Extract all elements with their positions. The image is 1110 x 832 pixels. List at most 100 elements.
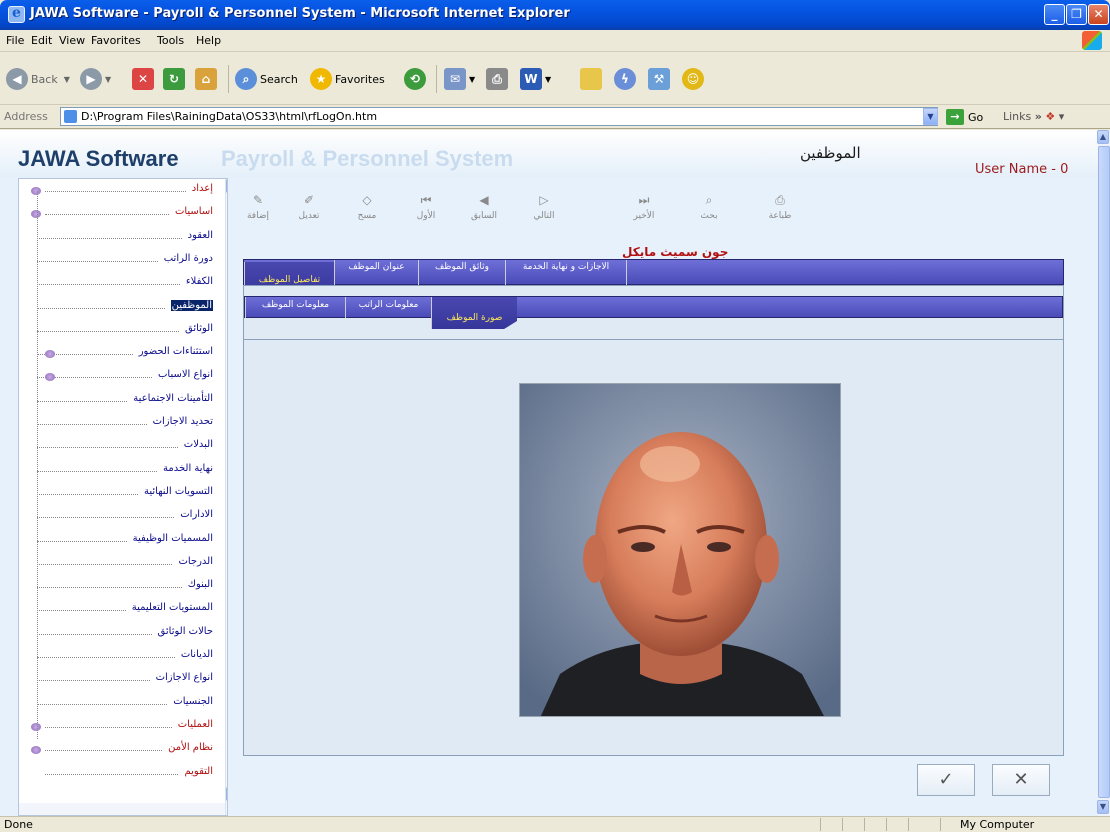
tree-item[interactable]: الوثائق: [185, 323, 213, 334]
printer-icon: ⎙: [775, 193, 785, 207]
page-icon: [64, 110, 77, 123]
go-button[interactable]: → Go: [946, 109, 983, 125]
tree-item[interactable]: البدلات: [184, 439, 213, 450]
word-icon[interactable]: W ▼: [520, 66, 551, 92]
tree-item[interactable]: انواع الاجازات: [156, 672, 213, 683]
print-button[interactable]: ⎙ طباعة: [760, 193, 800, 221]
first-button[interactable]: ⏮ الأول: [406, 193, 446, 221]
tree-item[interactable]: اساسيات: [175, 206, 213, 217]
forward-button[interactable]: ▶ ▼: [80, 66, 111, 92]
tree-item[interactable]: نظام الأمن: [168, 742, 213, 753]
page-title: الموظفين: [800, 144, 861, 162]
tree-item[interactable]: الديانات: [181, 649, 213, 660]
scroll-up-icon[interactable]: ▲: [226, 179, 227, 193]
refresh-icon[interactable]: ↻: [163, 66, 188, 92]
close-button[interactable]: ✕: [1088, 4, 1109, 25]
app-header: JAWA Software Payroll & Personnel System…: [0, 130, 1098, 178]
maximize-button[interactable]: ❐: [1066, 4, 1087, 25]
tree-item[interactable]: الادارات: [180, 509, 213, 520]
menu-tools[interactable]: Tools: [157, 34, 184, 47]
page-scroll-thumb[interactable]: [1098, 146, 1110, 798]
tree-item[interactable]: الدرجات: [178, 556, 213, 567]
expand-icon[interactable]: [45, 349, 57, 359]
last-icon: ⏭: [638, 193, 650, 207]
tree-item[interactable]: التأمينات الاجتماعية: [133, 393, 213, 404]
tree-scrollbar[interactable]: ▲ ▼: [225, 179, 228, 815]
page-scroll-up-icon[interactable]: ▲: [1097, 130, 1109, 144]
tree-item[interactable]: حالات الوثائق: [158, 626, 213, 637]
favorites-button[interactable]: ★ Favorites: [310, 66, 385, 92]
tree-hscrollbar[interactable]: [19, 803, 225, 815]
scroll-down-icon[interactable]: ▼: [226, 787, 227, 801]
edit-button[interactable]: ✐ تعديل: [289, 193, 329, 221]
minimize-button[interactable]: _: [1044, 4, 1065, 25]
print-icon[interactable]: ⎙: [486, 66, 511, 92]
tree-item[interactable]: المسميات الوظيفية: [133, 533, 213, 544]
tree-item[interactable]: الكفلاء: [186, 276, 213, 287]
delete-button[interactable]: ◇ مسح: [347, 193, 387, 221]
page-scrollbar[interactable]: ▲ ▼: [1097, 130, 1110, 816]
tab-leaves-end-service[interactable]: الاجازات و نهاية الخدمة: [505, 260, 627, 285]
tab-employee-photo[interactable]: صورة الموظف: [431, 297, 517, 329]
tree-item[interactable]: استثناءات الحضور: [139, 346, 213, 357]
expand-icon[interactable]: [31, 745, 43, 755]
menu-file[interactable]: File: [6, 34, 24, 47]
tree-item[interactable]: المستويات التعليمية: [132, 602, 213, 613]
tree-item[interactable]: التسويات النهائية: [144, 486, 213, 497]
home-icon[interactable]: ⌂: [195, 66, 220, 92]
user-name-label: User Name - 0: [975, 162, 1069, 177]
edit-icon: ✐: [303, 193, 315, 207]
previous-icon: ◀: [479, 193, 489, 207]
tab-employee-address[interactable]: عنوان الموظف: [334, 260, 418, 285]
tree-item[interactable]: البنوك: [188, 579, 213, 590]
tree-item[interactable]: دورة الراتب: [164, 253, 213, 264]
messenger-icon[interactable]: ☺: [682, 66, 707, 92]
previous-button[interactable]: ◀ السابق: [464, 193, 504, 221]
add-button[interactable]: ✎ إضافة: [238, 193, 278, 221]
tree-item[interactable]: تحديد الاجازات: [153, 416, 213, 427]
brand-name: JAWA Software: [18, 146, 179, 171]
last-button[interactable]: ⏭ الأخير: [624, 193, 664, 221]
next-button[interactable]: ▷ التالي: [524, 193, 564, 221]
tree-item[interactable]: الجنسيات: [173, 696, 213, 707]
page-scroll-down-icon[interactable]: ▼: [1097, 800, 1109, 814]
tree-item[interactable]: إعداد: [192, 183, 213, 194]
tab-salary-info[interactable]: معلومات الراتب: [345, 297, 431, 318]
menu-bar: File Edit View Favorites Tools Help: [0, 30, 1110, 52]
address-dropdown[interactable]: ▼: [923, 108, 938, 125]
tree-item[interactable]: انواع الاسباب: [158, 369, 213, 380]
ok-button[interactable]: ✓: [917, 764, 975, 796]
employee-photo: [519, 383, 841, 717]
back-button[interactable]: ◀ Back ▼: [6, 66, 70, 92]
sub-tab-bar: معلومات الموظف معلومات الراتب صورة الموظ…: [244, 296, 1063, 329]
mail-icon[interactable]: ✉ ▼: [444, 66, 475, 92]
history-icon[interactable]: ⟲: [404, 66, 429, 92]
scroll-thumb[interactable]: [227, 195, 228, 743]
links-button[interactable]: Links » ❖ ▾: [1003, 110, 1064, 123]
binoculars-icon: ⌕: [705, 193, 713, 207]
go-arrow-icon: →: [946, 109, 964, 125]
cancel-button[interactable]: ✕: [992, 764, 1050, 796]
menu-view[interactable]: View: [59, 34, 85, 47]
window-title: JAWA Software - Payroll & Personnel Syst…: [30, 6, 570, 21]
lightning-icon[interactable]: ϟ: [614, 66, 639, 92]
search-button[interactable]: ⌕ Search: [235, 66, 298, 92]
menu-help[interactable]: Help: [196, 34, 221, 47]
folder-icon[interactable]: [580, 66, 605, 92]
address-input[interactable]: D:\Program Files\RainingData\OS33\html\r…: [60, 107, 938, 126]
stop-icon[interactable]: ✕: [132, 66, 157, 92]
tree-item[interactable]: التقويم: [184, 766, 213, 777]
tab-employee-documents[interactable]: وثائق الموظف: [418, 260, 505, 285]
tree-item[interactable]: الموظفين: [170, 299, 213, 311]
expand-icon[interactable]: [45, 372, 57, 382]
tree-item[interactable]: العقود: [188, 230, 213, 241]
menu-favorites[interactable]: Favorites: [91, 34, 141, 47]
tree-item[interactable]: العمليات: [178, 719, 213, 730]
tab-employee-info[interactable]: معلومات الموظف: [245, 297, 345, 318]
status-text: Done: [4, 818, 33, 831]
tree-item[interactable]: نهاية الخدمة: [163, 463, 213, 474]
tools-icon[interactable]: ⚒: [648, 66, 673, 92]
address-bar: Address D:\Program Files\RainingData\OS3…: [0, 105, 1110, 129]
search-record-button[interactable]: ⌕ بحث: [689, 193, 729, 221]
menu-edit[interactable]: Edit: [31, 34, 52, 47]
